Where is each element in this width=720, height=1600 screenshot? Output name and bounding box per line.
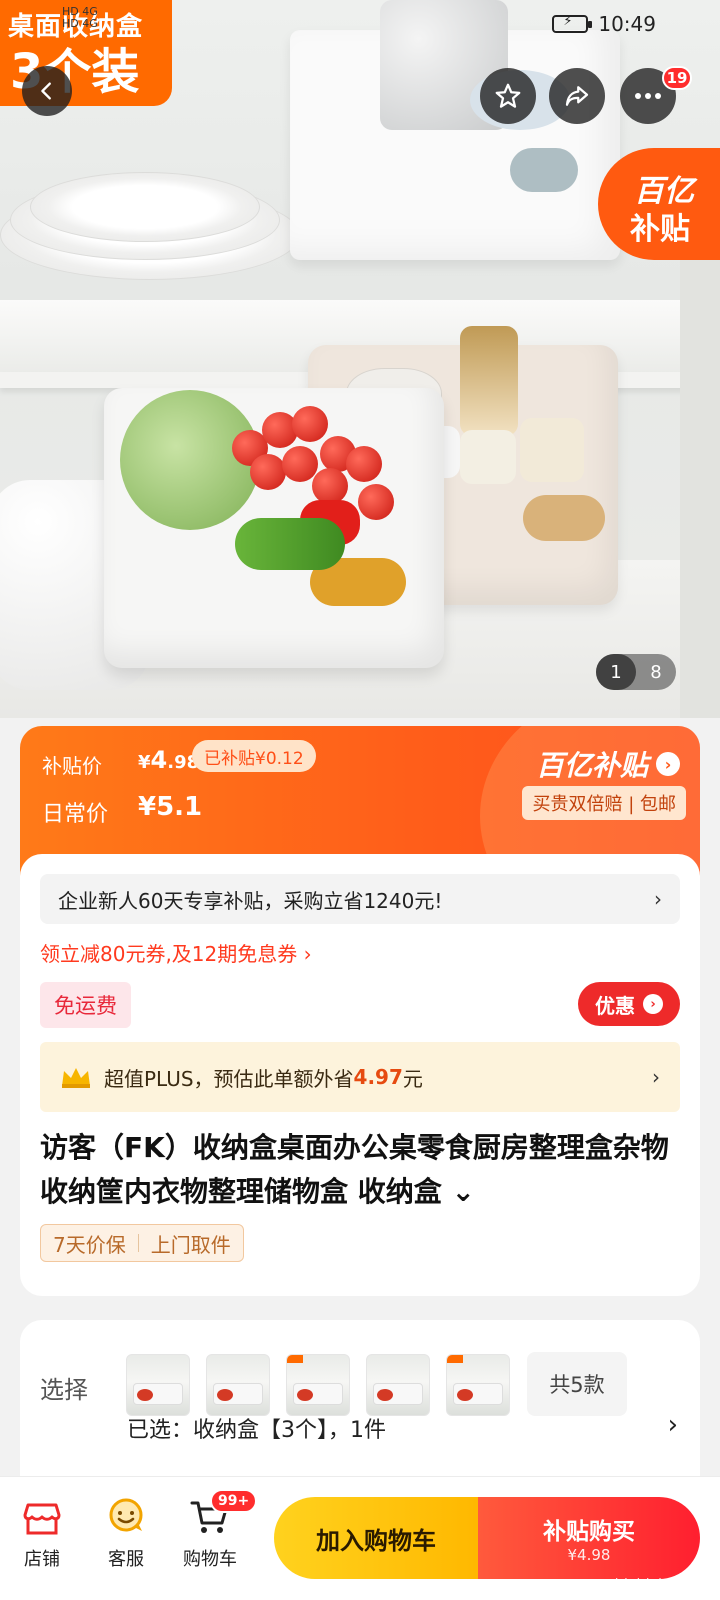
plus-savings-suffix: 元 (402, 1066, 423, 1091)
subsidy-program-name: 百亿补贴 (535, 749, 648, 782)
image-current-index: 1 (596, 654, 636, 690)
enterprise-subsidy-text: 企业新人60天专享补贴，采购立省1240元! (58, 888, 443, 913)
bottle (460, 430, 516, 484)
price-guarantee[interactable]: 买贵双倍赔 | 包邮 (522, 786, 686, 820)
cart-label: 购物车 (183, 1549, 237, 1570)
plate (30, 172, 260, 242)
service-tags[interactable]: 7天价保 上门取件 (40, 1224, 244, 1262)
currency-symbol: ¥ (138, 752, 151, 773)
tomato (346, 446, 382, 482)
tomato (358, 484, 394, 520)
enterprise-subsidy-row[interactable]: 企业新人60天专享补贴，采购立省1240元! › (40, 874, 680, 924)
cart-button[interactable]: 购物车 99+ (170, 1489, 258, 1571)
discount-button-label: 优惠 (595, 993, 635, 1018)
tomato (282, 446, 318, 482)
image-total: 8 (650, 661, 662, 683)
status-right: ⚡ 10:49 (552, 12, 656, 36)
tomato (292, 406, 328, 442)
sku-thumbnail[interactable] (286, 1354, 350, 1416)
favorite-button[interactable] (480, 68, 536, 124)
plus-savings-amount: 4.97 (353, 1065, 403, 1089)
buy-button-label: 补贴购买 (543, 1519, 635, 1545)
tomato (250, 454, 286, 490)
daily-price: ¥5.1 (138, 792, 203, 822)
chevron-right-icon: › (643, 994, 663, 1014)
coupon-link[interactable]: 领立减80元券,及12期免息券 › (40, 938, 312, 967)
service-label: 客服 (108, 1549, 144, 1570)
store-icon (23, 1503, 61, 1535)
daily-price-label: 日常价 (42, 802, 109, 827)
subsidy-badge: 百亿 补贴 (598, 148, 720, 260)
subsidy-program-link[interactable]: 百亿补贴 › (536, 744, 680, 784)
product-info-card: 企业新人60天专享补贴，采购立省1240元! › 领立减80元券,及12期免息券… (20, 854, 700, 1296)
crown-icon (62, 1068, 90, 1088)
share-icon (565, 86, 589, 106)
sku-thumbnail[interactable] (446, 1354, 510, 1416)
selected-variant: 已选：收纳盒【3个】，1件 (127, 1418, 386, 1443)
status-bar: HD 4G HD 4G ⚡ 10:49 (0, 0, 720, 50)
price-integer: 4 (150, 746, 168, 774)
network-indicator: HD 4G HD 4G (62, 6, 98, 30)
plus-savings-row[interactable]: 超值PLUS，预估此单额外省 4.97 元 › (40, 1042, 680, 1112)
network-label: 4G (82, 17, 98, 30)
store-button[interactable]: 店铺 (2, 1495, 82, 1571)
product-image-gallery[interactable]: 桌面收纳盒 3个装 HD 4G HD 4G ⚡ 10:49 19 百亿 补贴 1… (0, 0, 720, 718)
tomato (312, 468, 348, 504)
chevron-right-icon: › (654, 887, 662, 911)
subsidy-price: ¥4.98 (138, 746, 199, 774)
chevron-right-icon: › (667, 1410, 678, 1440)
star-icon (495, 83, 521, 108)
bottom-action-bar: 店铺 客服 购物车 99+ 加入购物车 补贴购买 ¥4.98 zhizhizhi… (0, 1476, 720, 1600)
discount-button[interactable]: 优惠 › (578, 982, 680, 1026)
message-count-badge: 19 (662, 66, 692, 90)
cart-count-badge: 99+ (210, 1489, 258, 1513)
subsidy-price-label: 补贴价 (42, 754, 102, 778)
subsidy-buy-button[interactable]: 补贴购买 ¥4.98 (478, 1497, 700, 1579)
chevron-left-icon (41, 82, 51, 100)
add-to-cart-button[interactable]: 加入购物车 (274, 1497, 478, 1579)
chevron-right-icon: › (656, 752, 680, 776)
network-label: HD (62, 17, 79, 30)
cabinet-wall (680, 260, 720, 718)
share-button[interactable] (549, 68, 605, 124)
buy-button-price: ¥4.98 (567, 1546, 611, 1564)
box-handle (510, 148, 578, 192)
battery-icon: ⚡ (552, 14, 593, 33)
variant-count[interactable]: 共5款 (527, 1352, 627, 1416)
product-title[interactable]: 访客（FK）收纳盒桌面办公桌零食厨房整理盒杂物收纳筐内衣物整理储物盒 收纳盒 ⌄ (40, 1126, 680, 1214)
watermark: zhizhizhi.com (607, 1577, 708, 1592)
sku-thumbnail[interactable] (366, 1354, 430, 1416)
store-label: 店铺 (24, 1549, 60, 1570)
back-button[interactable] (22, 66, 72, 116)
chevron-right-icon: › (652, 1065, 660, 1089)
more-dots-icon (635, 93, 661, 99)
customer-service-button[interactable]: 客服 (86, 1495, 166, 1571)
subsidy-saved-pill: 已补贴¥0.12 (192, 740, 316, 772)
service-tag-pickup: 上门取件 (150, 1232, 231, 1257)
subsidy-badge-line2: 补贴 (630, 212, 690, 247)
sku-thumbnail[interactable] (126, 1354, 190, 1416)
box-handle (523, 495, 605, 541)
service-icon (109, 1498, 143, 1532)
clock: 10:49 (598, 12, 656, 36)
bottle (520, 418, 584, 482)
green-pepper (235, 518, 345, 570)
plus-savings-prefix: 超值PLUS，预估此单额外省 (104, 1066, 354, 1091)
image-counter: 1 8 (596, 654, 676, 690)
free-shipping-tag: 免运费 (40, 982, 131, 1028)
bottle (460, 326, 518, 436)
sku-label: 选择 (40, 1376, 88, 1404)
service-tag-price-protect: 7天价保 (53, 1232, 126, 1257)
sku-thumbnail[interactable] (206, 1354, 270, 1416)
